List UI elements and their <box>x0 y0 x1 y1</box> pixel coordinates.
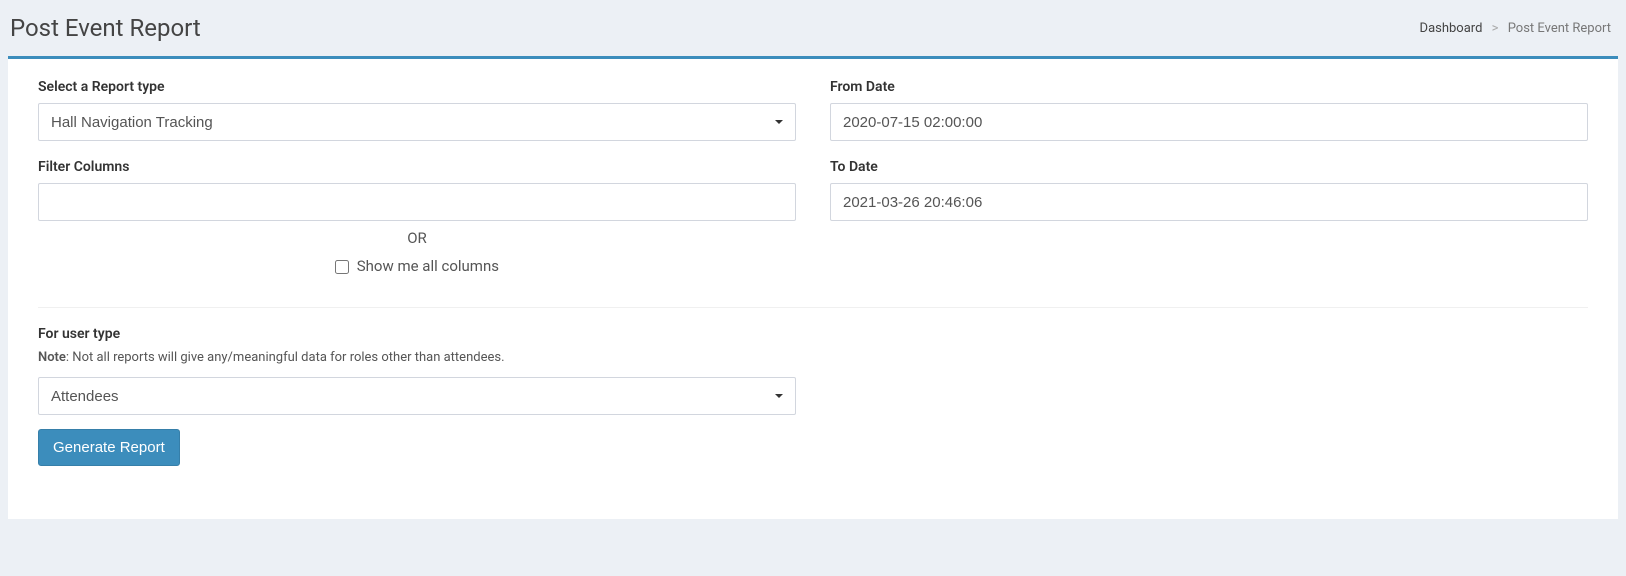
or-divider-text: OR <box>38 229 796 247</box>
user-type-select[interactable]: Attendees <box>38 377 796 415</box>
show-all-columns-checkbox[interactable] <box>335 260 349 274</box>
page-header: Post Event Report Dashboard > Post Event… <box>0 0 1626 56</box>
show-all-columns-label: Show me all columns <box>357 257 499 275</box>
filter-columns-input[interactable] <box>38 183 796 221</box>
report-type-label: Select a Report type <box>38 79 796 95</box>
page-title: Post Event Report <box>10 14 201 42</box>
filter-columns-label: Filter Columns <box>38 159 796 175</box>
to-date-label: To Date <box>830 159 1588 175</box>
divider <box>38 307 1588 308</box>
breadcrumb-dashboard-link[interactable]: Dashboard <box>1420 21 1483 36</box>
from-date-input[interactable] <box>830 103 1588 141</box>
user-type-note: Note: Not all reports will give any/mean… <box>38 350 796 365</box>
note-prefix: Note <box>38 350 66 365</box>
from-date-label: From Date <box>830 79 1588 95</box>
report-form-box: Select a Report type Hall Navigation Tra… <box>8 56 1618 519</box>
generate-report-button[interactable]: Generate Report <box>38 429 180 466</box>
breadcrumb: Dashboard > Post Event Report <box>1420 21 1611 36</box>
user-type-label: For user type <box>38 326 796 342</box>
note-text: : Not all reports will give any/meaningf… <box>66 350 505 365</box>
to-date-input[interactable] <box>830 183 1588 221</box>
report-type-select[interactable]: Hall Navigation Tracking <box>38 103 796 141</box>
breadcrumb-current: Post Event Report <box>1508 21 1611 36</box>
show-all-columns-row: Show me all columns <box>38 257 796 275</box>
breadcrumb-separator: > <box>1492 21 1499 36</box>
